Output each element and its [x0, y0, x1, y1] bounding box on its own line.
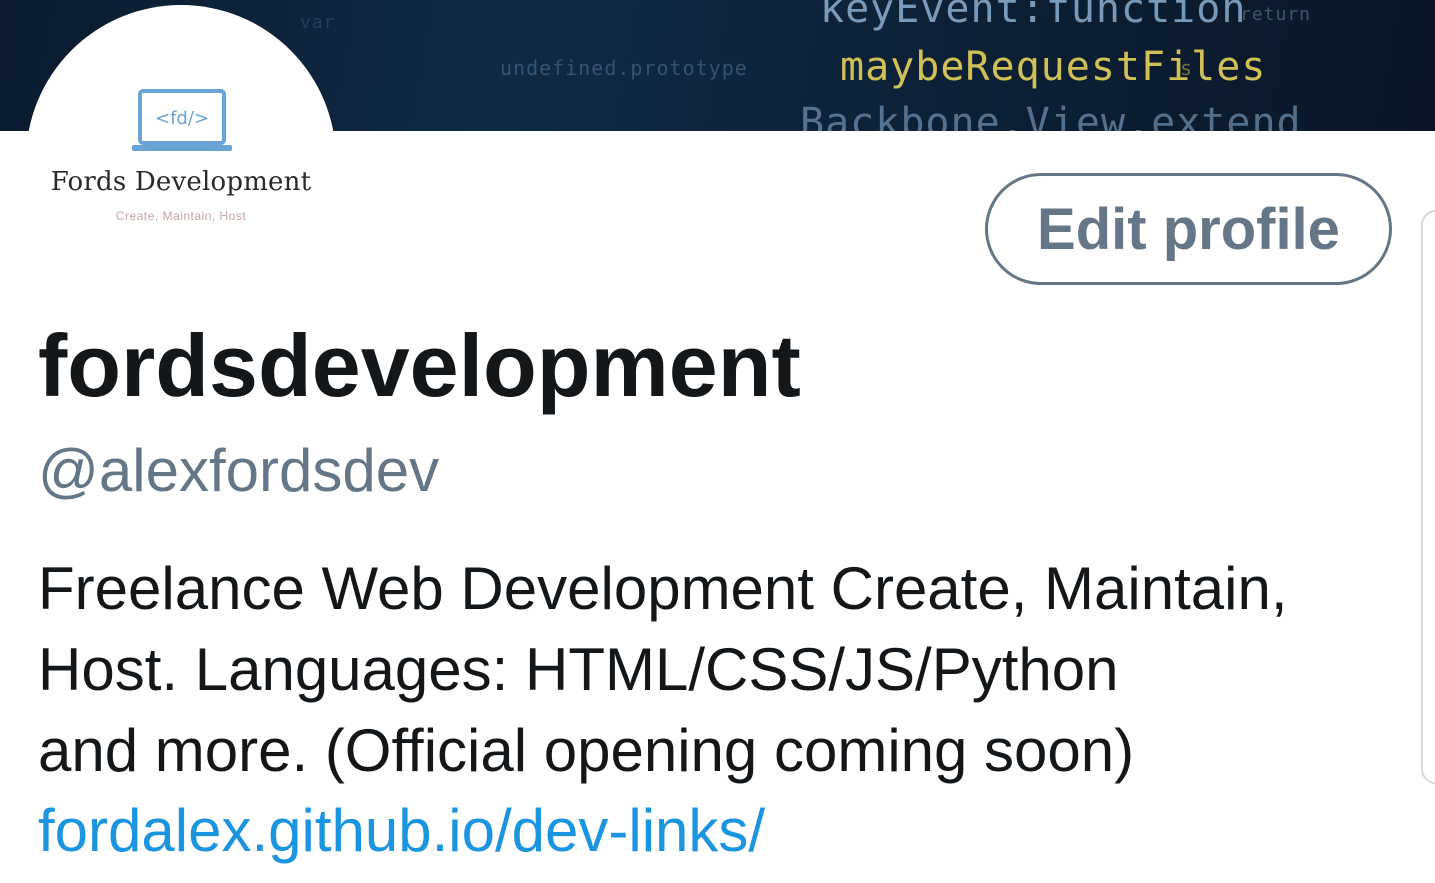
user-handle: @alexfordsdev [38, 437, 440, 504]
profile-screen: var undefined.prototype keyEvent:functio… [0, 0, 1435, 883]
banner-code-line: return [1240, 4, 1312, 25]
banner-code-line: var [300, 12, 336, 33]
logo-glyph: <fd/> [155, 108, 209, 129]
banner-code-line: Backbone.View.extend [800, 100, 1302, 131]
bio-line: Freelance Web Development Create, Mainta… [38, 555, 1288, 622]
avatar[interactable]: <fd/> Fords Development Create, Maintain… [26, 5, 336, 315]
banner-code-line: undefined.prototype [500, 56, 748, 80]
logo-tagline: Create, Maintain, Host [115, 209, 247, 223]
bio-line: and more. (Official opening coming soon) [38, 717, 1135, 784]
profile-bio: Freelance Web Development Create, Mainta… [38, 548, 1368, 791]
side-panel-edge[interactable] [1421, 210, 1435, 784]
laptop-logo-icon: <fd/> [132, 89, 232, 151]
logo-name: Fords Development [50, 167, 312, 197]
bio-line: Host. Languages: HTML/CSS/JS/Python [38, 636, 1119, 703]
banner-code-line: keyEvent:function [820, 0, 1247, 32]
banner-code-line: s [1180, 56, 1194, 80]
banner-code-line: maybeRequestFiles [840, 44, 1267, 90]
display-name: fordsdevelopment [38, 316, 801, 415]
profile-website-link[interactable]: fordalex.github.io/dev-links/ [38, 790, 765, 871]
edit-profile-button[interactable]: Edit profile [985, 173, 1392, 285]
